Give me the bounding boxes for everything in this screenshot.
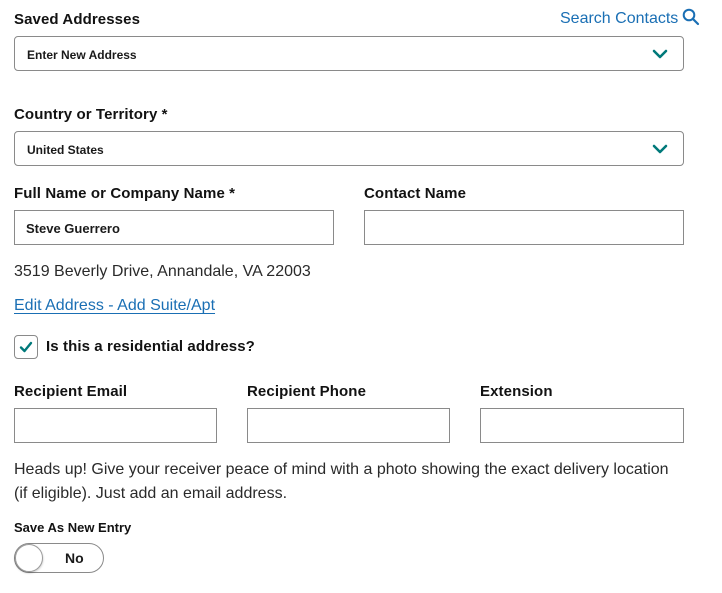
recipient-email-label: Recipient Email (14, 383, 128, 400)
check-icon (19, 341, 33, 353)
country-value: United States (27, 143, 104, 157)
edit-address-link[interactable]: Edit Address - Add Suite/Apt (14, 297, 215, 315)
recipient-email-input[interactable] (14, 408, 217, 443)
save-entry-label: Save As New Entry (14, 520, 132, 535)
search-contacts-text: Search Contacts (560, 10, 679, 27)
toggle-knob (15, 544, 43, 572)
saved-addresses-value: Enter New Address (27, 48, 137, 62)
chevron-down-icon (652, 144, 668, 154)
recipient-phone-input[interactable] (247, 408, 450, 443)
heads-up-line-1: Heads up! Give your receiver peace of mi… (14, 461, 669, 478)
contact-name-label: Contact Name (364, 185, 467, 202)
heads-up-line-2: (if eligible). Just add an email address… (14, 485, 288, 502)
toggle-state-text: No (65, 550, 84, 566)
country-select[interactable]: United States (14, 131, 684, 166)
heads-up-text: Heads up! Give your receiver peace of mi… (14, 458, 714, 506)
recipient-phone-label: Recipient Phone (247, 383, 367, 400)
full-name-input[interactable]: Steve Guerrero (14, 210, 334, 245)
search-contacts-link[interactable]: Search Contacts (560, 8, 700, 28)
search-icon (682, 8, 700, 26)
extension-input[interactable] (480, 408, 684, 443)
saved-addresses-label: Saved Addresses (14, 11, 141, 28)
extension-label: Extension (480, 383, 553, 400)
saved-addresses-select[interactable]: Enter New Address (14, 36, 684, 71)
full-name-label: Full Name or Company Name * (14, 185, 236, 202)
full-name-value: Steve Guerrero (26, 221, 120, 236)
contact-name-input[interactable] (364, 210, 684, 245)
chevron-down-icon (652, 49, 668, 59)
country-label: Country or Territory * (14, 106, 168, 123)
residential-checkbox[interactable] (14, 335, 38, 359)
save-entry-toggle[interactable]: No (14, 543, 104, 573)
residential-label: Is this a residential address? (46, 338, 255, 355)
address-text: 3519 Beverly Drive, Annandale, VA 22003 (14, 263, 311, 280)
